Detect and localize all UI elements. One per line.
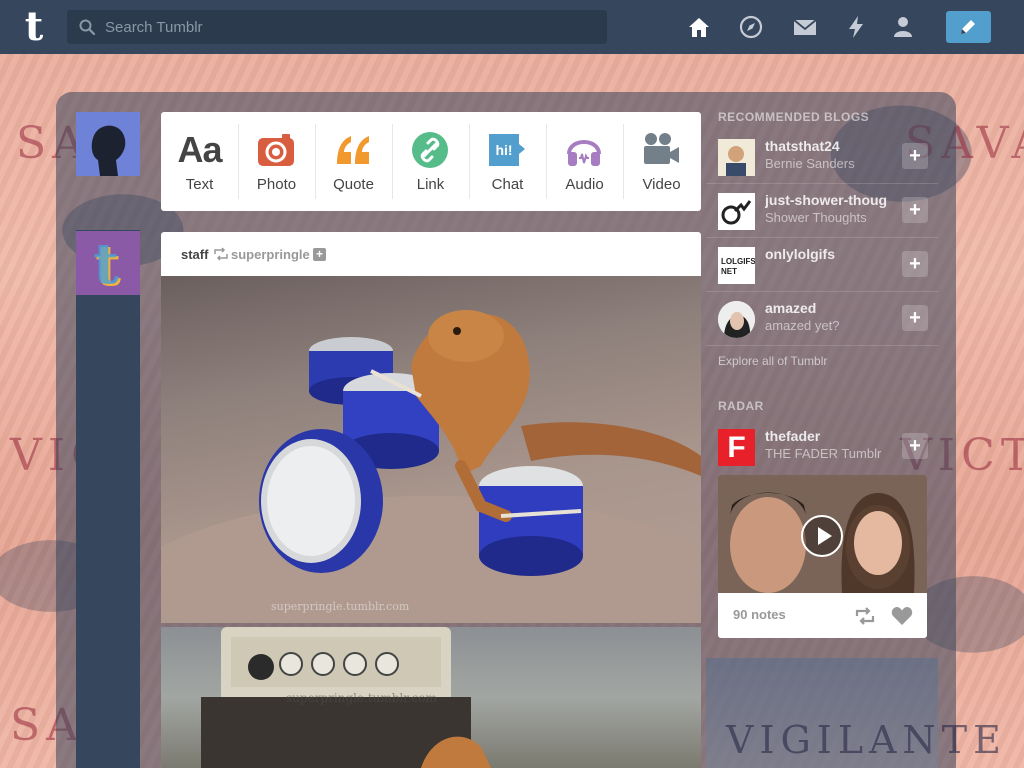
follow-button[interactable]: + <box>902 433 928 459</box>
blog-avatar: F <box>718 429 755 466</box>
home-icon[interactable] <box>686 14 712 40</box>
post-photo-second[interactable]: superpringle.tumblr.com <box>161 627 701 768</box>
post-type-chat-button[interactable]: hi! Chat <box>469 112 546 211</box>
heart-icon[interactable] <box>891 606 913 626</box>
photo-watermark: superpringle.tumblr.com <box>271 600 410 613</box>
recommended-blogs-heading: RECOMMENDED BLOGS <box>718 110 870 124</box>
post-type-label: Video <box>642 176 681 193</box>
recommended-blog-item[interactable]: just-shower-thoug Shower Thoughts + <box>706 184 938 238</box>
account-person-icon[interactable] <box>890 14 916 40</box>
post-type-bar: Aa Text Photo Quote Link hi! Chat Audio … <box>161 112 701 211</box>
blog-name: amazed <box>765 300 817 316</box>
radar-post-card[interactable]: 90 notes <box>718 475 927 638</box>
pencil-icon <box>961 20 975 34</box>
search-icon <box>79 19 95 35</box>
radar-video-thumbnail[interactable] <box>718 475 927 593</box>
photo-watermark: superpringle.tumblr.com <box>286 691 437 705</box>
post-type-video-button[interactable]: Video <box>623 112 700 211</box>
reblog-icon <box>214 247 228 261</box>
recommended-blog-item[interactable]: amazed amazed yet? + <box>706 292 938 346</box>
chat-icon: hi! <box>489 134 525 166</box>
post-type-label: Link <box>416 176 445 193</box>
blog-title: amazed yet? <box>765 318 840 333</box>
post-type-label: Photo <box>256 176 297 193</box>
post-header: staff superpringle + <box>161 232 701 276</box>
explore-compass-icon[interactable] <box>738 14 764 40</box>
blog-name: thefader <box>765 428 821 444</box>
blog-title: Bernie Sanders <box>765 156 855 171</box>
post-type-audio-button[interactable]: Audio <box>546 112 623 211</box>
search-input[interactable] <box>105 10 600 44</box>
chat-icon-glyph: hi! <box>495 142 512 158</box>
post-type-label: Quote <box>333 176 374 193</box>
explore-link[interactable]: Explore all of Tumblr <box>718 354 827 368</box>
activity-lightning-icon[interactable] <box>843 14 869 40</box>
recommended-blog-item[interactable]: thatsthat24 Bernie Sanders + <box>706 130 938 184</box>
post-source-link[interactable]: superpringle <box>231 247 310 262</box>
post-type-label: Text <box>185 176 214 193</box>
sidebar-ad-image[interactable]: VIGILANTE <box>706 658 1001 768</box>
tumblr-staff-logo-icon: t t <box>76 231 140 295</box>
follow-button[interactable]: + <box>902 305 928 331</box>
compose-post-button[interactable] <box>946 11 991 43</box>
recommended-blog-item[interactable]: LOLGIFS. NET onlylolgifs + <box>706 238 938 292</box>
sanders-avatar-icon <box>718 139 755 176</box>
blog-name: just-shower-thoug <box>765 192 888 208</box>
post-type-link-button[interactable]: Link <box>392 112 469 211</box>
blog-avatar <box>718 301 755 338</box>
follow-button[interactable]: + <box>902 197 928 223</box>
notes-count[interactable]: 90 notes <box>733 607 786 622</box>
follow-button[interactable]: + <box>902 143 928 169</box>
follow-button[interactable]: + <box>902 251 928 277</box>
svg-text:t: t <box>93 231 119 295</box>
post-type-photo-button[interactable]: Photo <box>238 112 315 211</box>
blog-avatar: LOLGIFS. NET <box>718 247 755 284</box>
lizard-drum-photo-icon: superpringle.tumblr.com <box>161 310 701 623</box>
staff-avatar[interactable]: t t <box>76 231 140 295</box>
post-type-quote-button[interactable]: Quote <box>315 112 392 211</box>
blog-name: onlylolgifs <box>765 246 835 262</box>
search-box[interactable] <box>67 10 607 44</box>
blog-title: THE FADER Tumblr <box>765 446 882 461</box>
post-type-text-button[interactable]: Aa Text <box>161 112 238 211</box>
reblog-icon[interactable] <box>854 606 876 626</box>
post-photo[interactable]: superpringle.tumblr.com <box>161 276 701 623</box>
link-icon <box>412 132 448 168</box>
play-icon[interactable] <box>801 515 843 557</box>
quote-icon <box>337 136 369 164</box>
radar-blog-item[interactable]: F thefader THE FADER Tumblr + <box>706 420 938 474</box>
shower-thoughts-avatar-icon <box>718 193 755 230</box>
follow-source-button[interactable]: + <box>313 248 326 261</box>
video-camera-icon <box>644 133 679 164</box>
post-type-label: Audio <box>565 176 604 193</box>
top-navigation-bar: t <box>0 0 1024 54</box>
headphones-icon <box>567 140 601 166</box>
silhouette-avatar-icon <box>76 112 140 176</box>
user-avatar[interactable] <box>76 112 140 176</box>
amazed-avatar-icon <box>718 301 755 338</box>
post-author-link[interactable]: staff <box>181 247 208 262</box>
avatar-column <box>76 230 140 768</box>
blog-name: thatsthat24 <box>765 138 840 154</box>
post-type-label: Chat <box>491 176 524 193</box>
blog-avatar <box>718 193 755 230</box>
camera-icon <box>258 134 294 166</box>
blog-avatar <box>718 139 755 176</box>
inbox-mail-icon[interactable] <box>792 14 818 40</box>
blog-title: Shower Thoughts <box>765 210 867 225</box>
tumblr-logo[interactable]: t <box>14 6 54 48</box>
radar-heading: RADAR <box>718 399 764 413</box>
text-icon: Aa <box>177 129 222 170</box>
lizard-amp-photo-icon: superpringle.tumblr.com <box>201 627 491 768</box>
background-art-text: VIGILANTE <box>726 718 1007 762</box>
